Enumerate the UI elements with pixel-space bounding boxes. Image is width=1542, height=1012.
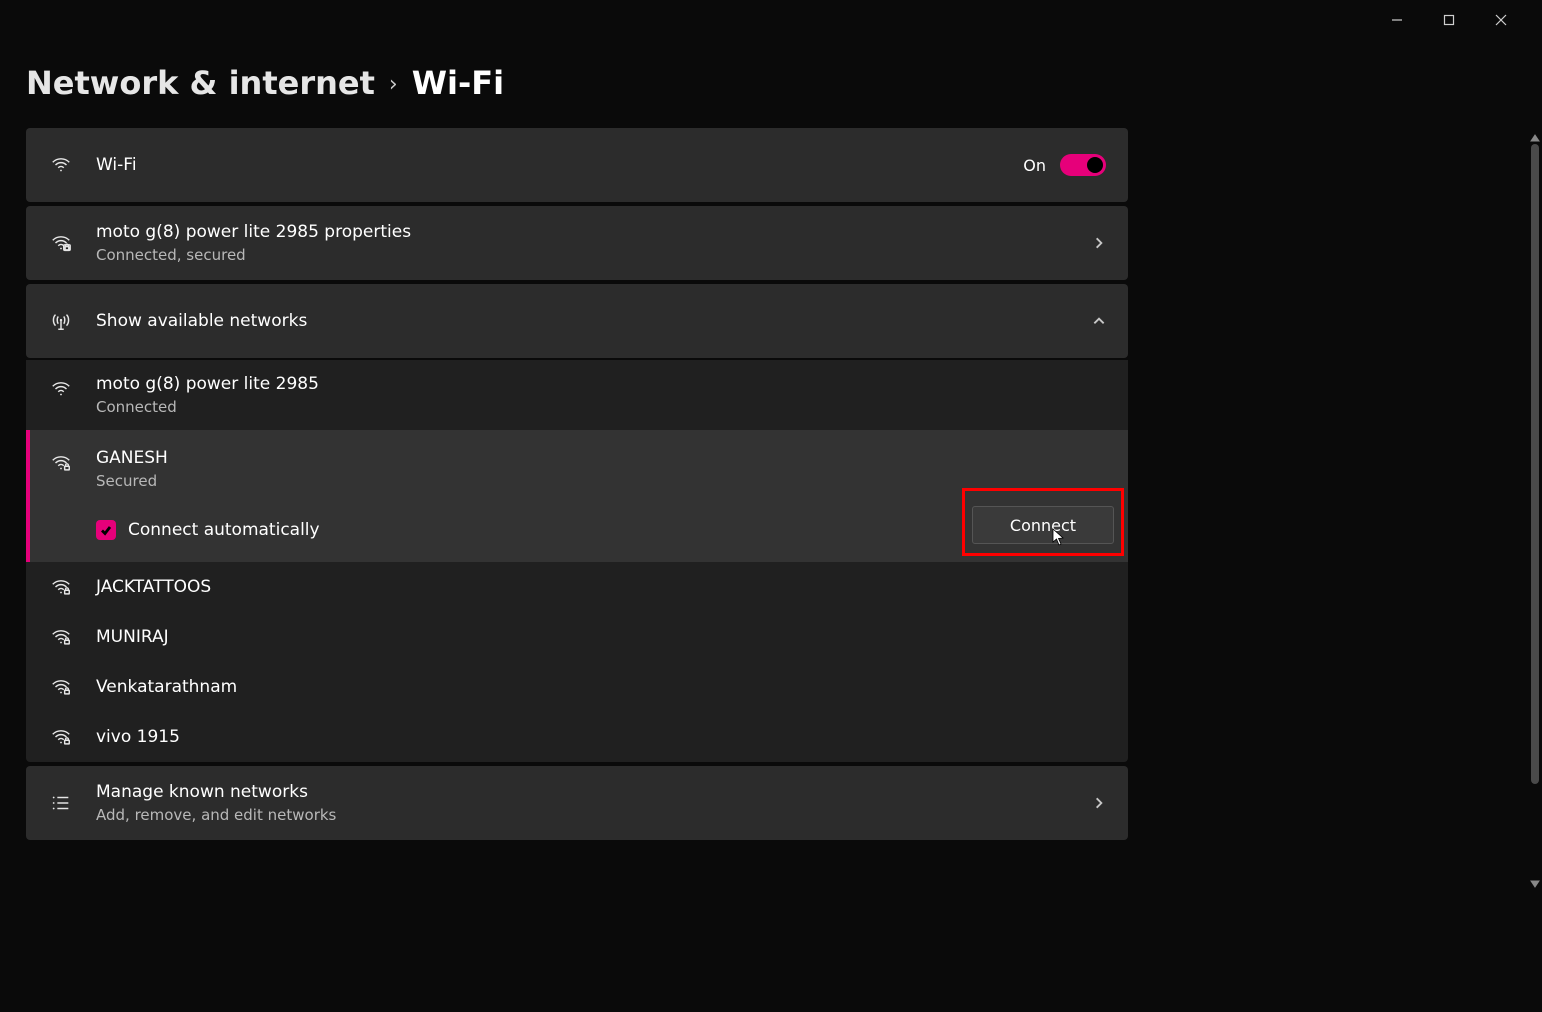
wifi-toggle[interactable] [1060,154,1106,176]
network-ssid: MUNIRAJ [96,627,169,647]
connect-automatically-label: Connect automatically [128,520,320,540]
network-ssid: JACKTATTOOS [96,577,211,597]
close-button[interactable] [1484,5,1518,35]
vertical-scrollbar[interactable] [1530,126,1540,886]
cursor-icon [1052,528,1066,546]
network-ssid: Venkatarathnam [96,677,237,697]
manage-networks-title: Manage known networks [96,782,1092,802]
maximize-button[interactable] [1432,5,1466,35]
network-status: Connected [96,398,319,416]
connect-button[interactable]: Connect [972,506,1114,544]
network-ssid: moto g(8) power lite 2985 [96,374,319,394]
manage-networks-card[interactable]: Manage known networks Add, remove, and e… [26,766,1128,840]
network-item[interactable]: JACKTATTOOS [26,562,1128,612]
wifi-toggle-card: Wi-Fi On [26,128,1128,202]
titlebar [1380,0,1542,40]
network-status: Secured [96,472,320,490]
scroll-up-arrow-icon[interactable] [1530,128,1540,138]
network-item[interactable]: Venkatarathnam [26,662,1128,712]
network-item-selected[interactable]: GANESH Secured Connect automatically Con… [26,430,1128,562]
network-ssid: GANESH [96,448,320,468]
available-networks-header[interactable]: Show available networks [26,284,1128,358]
chevron-right-icon: › [389,72,398,97]
chevron-up-icon [1092,314,1106,328]
chevron-right-icon [1092,796,1106,810]
wifi-secured-icon [48,676,74,698]
wifi-secured-icon [48,726,74,748]
available-networks-list: moto g(8) power lite 2985 Connected GANE… [26,360,1128,762]
wifi-secured-icon [48,452,74,474]
wifi-state-label: On [1023,156,1046,175]
list-icon [48,792,74,814]
wifi-icon [48,154,74,176]
available-networks-label: Show available networks [96,311,1092,331]
network-item[interactable]: MUNIRAJ [26,612,1128,662]
connected-network-subtitle: Connected, secured [96,246,1092,264]
wifi-label: Wi-Fi [96,155,1023,175]
connected-network-title: moto g(8) power lite 2985 properties [96,222,1092,242]
antenna-icon [48,310,74,332]
chevron-right-icon [1092,236,1106,250]
wifi-secured-icon [48,232,74,254]
breadcrumb-parent[interactable]: Network & internet [26,64,375,102]
wifi-secured-icon [48,626,74,648]
wifi-icon [48,378,74,400]
connect-automatically-checkbox[interactable] [96,520,116,540]
settings-panel: Wi-Fi On moto g(8) power lite 2985 prope… [26,128,1128,844]
manage-networks-subtitle: Add, remove, and edit networks [96,806,1092,824]
wifi-secured-icon [48,576,74,598]
breadcrumb-current: Wi-Fi [412,64,504,102]
scroll-down-arrow-icon[interactable] [1530,874,1540,884]
network-item-connected[interactable]: moto g(8) power lite 2985 Connected [26,360,1128,430]
network-ssid: vivo 1915 [96,727,180,747]
minimize-button[interactable] [1380,5,1414,35]
scrollbar-thumb[interactable] [1531,144,1539,784]
breadcrumb: Network & internet › Wi-Fi [26,64,504,102]
network-item[interactable]: vivo 1915 [26,712,1128,762]
connected-network-card[interactable]: moto g(8) power lite 2985 properties Con… [26,206,1128,280]
